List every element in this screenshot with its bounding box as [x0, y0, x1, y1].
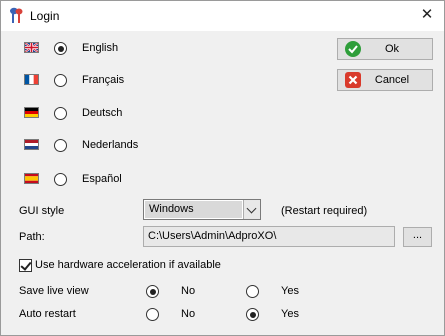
save-live-view-no-label: No	[181, 285, 196, 297]
ok-button[interactable]: Ok	[337, 38, 433, 60]
language-label-dutch: Nederlands	[82, 139, 139, 151]
save-live-view-label: Save live view	[19, 285, 89, 297]
language-radio-spanish[interactable]	[54, 173, 67, 186]
hardware-acceleration-checkbox[interactable]	[19, 259, 32, 272]
gui-style-select[interactable]: Windows	[143, 199, 261, 220]
path-field[interactable]: C:\Users\Admin\AdproXO\	[143, 226, 395, 247]
app-icon	[8, 7, 24, 25]
login-dialog: Login ✕ English Français Deutsch Nederla…	[0, 0, 445, 336]
language-radio-english[interactable]	[54, 42, 67, 55]
window-title: Login	[30, 9, 60, 23]
language-label-english: English	[82, 42, 119, 54]
ok-button-label: Ok	[384, 43, 400, 55]
cancel-button-label: Cancel	[374, 74, 410, 86]
restart-required-note: (Restart required)	[281, 205, 368, 217]
auto-restart-no-radio[interactable]	[146, 308, 159, 321]
language-radio-french[interactable]	[54, 74, 67, 87]
save-live-view-yes-label: Yes	[281, 285, 299, 297]
spain-flag-icon	[24, 173, 39, 184]
save-live-view-yes-radio[interactable]	[246, 285, 259, 298]
browse-button[interactable]: ...	[403, 227, 432, 247]
chevron-down-icon[interactable]	[243, 200, 260, 219]
auto-restart-label: Auto restart	[19, 308, 76, 320]
save-live-view-no-radio[interactable]	[146, 285, 159, 298]
gui-style-value: Windows	[145, 201, 242, 218]
language-label-german: Deutsch	[82, 107, 123, 119]
close-icon[interactable]: ✕	[410, 1, 444, 31]
auto-restart-yes-label: Yes	[281, 308, 299, 320]
uk-flag-icon	[24, 42, 39, 53]
title-bar: Login ✕	[1, 1, 444, 31]
cancel-button[interactable]: Cancel	[337, 69, 433, 91]
language-radio-german[interactable]	[54, 107, 67, 120]
gui-style-label: GUI style	[19, 205, 65, 217]
hardware-acceleration-label: Use hardware acceleration if available	[35, 259, 221, 271]
path-label: Path:	[19, 231, 45, 243]
auto-restart-no-label: No	[181, 308, 196, 320]
netherlands-flag-icon	[24, 139, 39, 150]
language-label-spanish: Español	[82, 173, 122, 185]
germany-flag-icon	[24, 107, 39, 118]
language-label-french: Français	[82, 74, 125, 86]
language-radio-dutch[interactable]	[54, 139, 67, 152]
france-flag-icon	[24, 74, 39, 85]
auto-restart-yes-radio[interactable]	[246, 308, 259, 321]
